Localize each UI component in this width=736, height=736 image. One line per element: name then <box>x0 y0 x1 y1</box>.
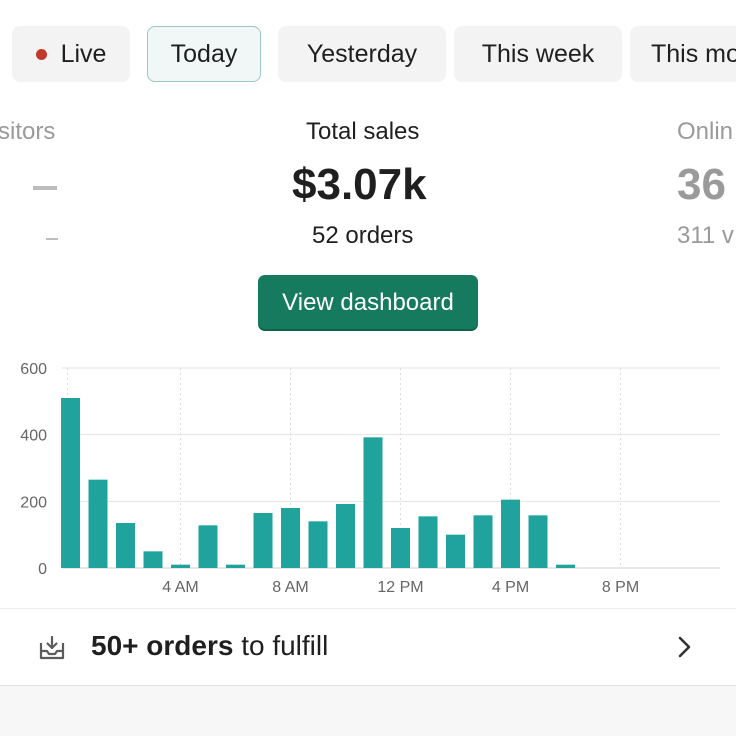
visitors-label: sitors <box>0 118 56 145</box>
bar-hour-3[interactable] <box>143 551 163 568</box>
orders-to-fulfill-row[interactable]: 50+ orders to fulfill <box>0 608 736 686</box>
bar-hour-18[interactable] <box>556 564 575 568</box>
x-tick-label: 8 PM <box>602 579 639 596</box>
bottom-separator <box>0 686 736 736</box>
bar-hour-17[interactable] <box>528 515 548 568</box>
fulfill-rest: to fulfill <box>233 630 329 661</box>
visitors-value-placeholder <box>33 186 57 190</box>
tab-label: Yesterday <box>306 39 418 68</box>
bar-hour-7[interactable] <box>253 513 273 568</box>
bar-hour-16[interactable] <box>501 499 520 568</box>
fulfill-text: 50+ orders to fulfill <box>91 630 328 662</box>
total-sales-label: Total sales <box>306 118 420 145</box>
bar-hour-13[interactable] <box>418 516 438 568</box>
bar-hour-14[interactable] <box>446 534 465 568</box>
x-tick-label: 4 AM <box>162 579 198 596</box>
y-tick-label: 200 <box>20 494 47 511</box>
y-tick-label: 0 <box>38 561 47 578</box>
download-tray-icon <box>39 635 65 660</box>
online-label: Onlin <box>677 118 734 145</box>
bar-hour-1[interactable] <box>88 479 108 568</box>
bar-hour-4[interactable] <box>171 564 190 568</box>
bar-hour-9[interactable] <box>308 521 328 568</box>
tab-this-month[interactable]: This mo <box>630 26 736 82</box>
tab-label: Today <box>170 39 238 68</box>
bar-hour-8[interactable] <box>281 508 300 568</box>
x-tick-label: 4 PM <box>492 579 529 596</box>
bar-hour-6[interactable] <box>226 564 245 568</box>
tab-today[interactable]: Today <box>147 26 261 82</box>
x-tick-label: 12 PM <box>377 579 423 596</box>
tab-this-week[interactable]: This week <box>454 26 622 82</box>
chevron-right-icon <box>678 636 691 658</box>
date-range-tabs: Live Today Yesterday This week This mo <box>12 26 736 84</box>
bar-hour-10[interactable] <box>336 504 355 568</box>
y-tick-label: 400 <box>20 428 47 445</box>
live-indicator-dot <box>35 48 47 60</box>
view-dashboard-button[interactable]: View dashboard <box>258 275 478 331</box>
online-value: 36 <box>677 160 726 209</box>
bar-hour-15[interactable] <box>473 515 493 568</box>
visitors-sub-placeholder <box>46 238 58 240</box>
total-sales-orders: 52 orders <box>312 222 414 249</box>
y-tick-label: 600 <box>20 361 47 378</box>
bar-hour-11[interactable] <box>363 437 383 568</box>
fulfill-count: 50+ orders <box>91 630 234 661</box>
online-sub: 311 v <box>677 222 734 249</box>
total-sales-value: $3.07k <box>292 160 427 209</box>
tab-label: Live <box>60 39 107 68</box>
x-tick-label: 8 AM <box>272 579 308 596</box>
tab-yesterday[interactable]: Yesterday <box>278 26 446 82</box>
bar-hour-12[interactable] <box>391 528 410 568</box>
bar-hour-0[interactable] <box>61 398 80 568</box>
sales-bar-chart: 0 200 400 600 4 AM 8 AM 12 PM 4 PM 8 PM <box>20 361 720 596</box>
view-dashboard-label: View dashboard <box>282 289 454 316</box>
tab-label: This mo <box>651 39 736 68</box>
tab-label: This week <box>481 39 595 68</box>
tab-live[interactable]: Live <box>12 26 130 82</box>
bar-hour-2[interactable] <box>116 523 135 568</box>
bar-hour-5[interactable] <box>198 525 218 568</box>
